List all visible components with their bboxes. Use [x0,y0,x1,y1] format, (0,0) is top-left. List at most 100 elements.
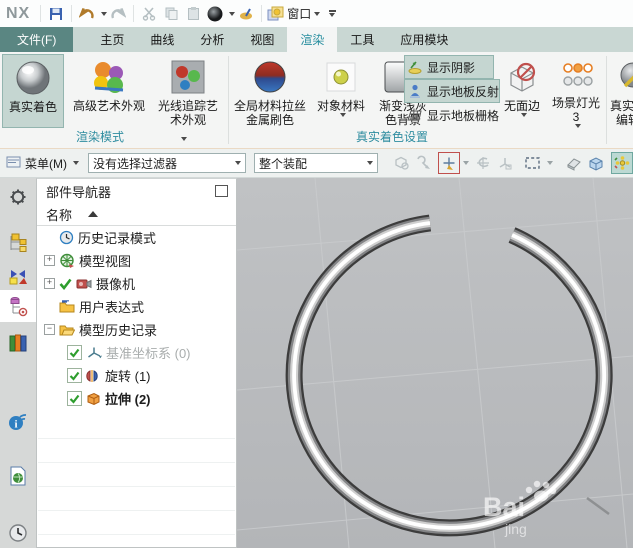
model-views-icon [60,253,74,268]
customize-quick-access-button[interactable] [321,3,343,25]
marquee-select-dropdown[interactable] [547,161,553,165]
redo-button[interactable] [107,3,129,25]
web-info-icon: i [9,414,27,431]
tree-item-label: 用户表达式 [79,300,145,315]
checkbox-checked[interactable] [67,391,82,406]
marquee-select-button[interactable] [522,152,544,174]
cut-button[interactable] [138,3,160,25]
name-column-header[interactable]: 名称 [46,205,72,224]
tab-file[interactable]: 文件(F) [0,27,74,52]
constraint-navigator-button[interactable] [0,260,36,290]
tab-analysis[interactable]: 分析 [187,27,237,52]
selection-bar: 菜单(M) 没有选择过滤器 整个装配 [0,149,633,178]
tree-item-datum-csys[interactable]: 基准坐标系 (0) [37,341,236,364]
tree-item-history-mode[interactable]: 历史记录模式 [37,226,236,249]
find-component-button[interactable] [390,152,412,174]
render-mode-group-label: 渲染模式 [75,130,124,144]
window-icon [267,6,284,20]
tree-item-model-history[interactable]: − 模型历史记录 [37,318,236,341]
divider [133,5,135,22]
object-material-dropdown[interactable] [339,113,346,117]
save-button[interactable] [45,3,67,25]
web-browser-button[interactable]: i [0,406,36,436]
true-shading-button[interactable]: 真实着色 [2,54,64,128]
selection-filter-combo[interactable]: 没有选择过滤器 [88,153,246,173]
object-material-button[interactable]: 对象材料 [312,54,370,128]
move-object-button[interactable] [472,152,494,174]
extrude-icon [87,392,100,405]
touch-mode-button[interactable] [235,3,257,25]
roles-button[interactable] [0,182,36,212]
paste-button[interactable] [182,3,204,25]
expand-icon[interactable]: + [44,278,55,289]
assembly-navigator-icon [10,233,27,252]
assembly-navigator-button[interactable] [0,228,36,258]
tab-tools[interactable]: 工具 [337,27,387,52]
assembly-search-icon [394,156,409,170]
global-material-label: 全局材料拉丝金属刷色 [234,99,307,127]
tree-item-user-expressions[interactable]: 用户表达式 [37,295,236,318]
expand-icon[interactable]: + [44,255,55,266]
show-floor-reflection-toggle[interactable]: 显示地板反射 [404,79,500,103]
floor-grid-icon [407,110,422,120]
scene-lights-dropdown[interactable] [574,124,581,128]
scissors-icon [142,7,155,21]
selection-scope-combo[interactable]: 整个装配 [254,153,378,173]
advanced-art-appearance-button[interactable]: 高级艺术外观 [64,54,154,128]
dynamic-pan-button[interactable] [611,152,633,174]
sort-ascending-icon[interactable] [88,211,99,217]
title-bar: NX 窗口 [0,0,633,27]
svg-text:i: i [14,419,17,431]
paste-icon [187,7,199,20]
tab-render[interactable]: 渲染 [287,27,338,52]
pattern-object-button[interactable] [494,152,516,174]
tree-item-extrude[interactable]: 拉伸 (2) [37,387,236,410]
no-face-edges-button[interactable]: 无面边 [498,54,546,128]
history-clock-button[interactable] [0,518,36,548]
snap-point-button[interactable] [438,152,460,174]
pattern-icon [499,158,512,170]
tree-item-label: 模型历史记录 [79,323,158,338]
reuse-library-button[interactable] [0,328,36,358]
tree-item-model-views[interactable]: + 模型视图 [37,249,236,272]
ray-traced-art-button[interactable]: 光线追踪艺术外观 [156,54,220,128]
checkbox-checked[interactable] [67,345,82,360]
dynamic-pan-icon [613,156,629,170]
show-shadow-toggle[interactable]: 显示阴影 [404,55,494,79]
global-material-button[interactable]: 全局材料拉丝金属刷色 [232,54,308,128]
checkbox-checked[interactable] [67,368,82,383]
float-panel-button[interactable] [215,185,228,197]
selection-filter-value: 没有选择过滤器 [93,156,178,171]
history-page-button[interactable] [0,461,36,491]
check-icon [59,278,72,290]
render-style-button[interactable] [204,3,226,25]
ray-traced-spheres-icon [171,60,205,94]
collapse-icon[interactable]: − [44,324,55,335]
graphics-viewport[interactable]: Bai jing [236,177,633,548]
select-by-proximity-button[interactable] [412,152,434,174]
reflection-figure-icon [410,84,420,98]
true-shading-editor-label: 真实着色编辑器 [610,99,633,127]
undo-button[interactable] [76,3,98,25]
eraser-button[interactable] [563,152,585,174]
tab-curve[interactable]: 曲线 [137,27,187,52]
tree-item-revolve[interactable]: 旋转 (1) [37,364,236,387]
tab-home[interactable]: 主页 [87,27,137,52]
show-floor-grid-toggle[interactable]: 显示地板栅格 [404,103,500,127]
menu-button[interactable]: 菜单(M) [5,152,80,174]
show-hide-button[interactable] [585,152,607,174]
window-menu-button[interactable]: 窗口 [266,3,321,25]
tree-item-cameras[interactable]: + 摄像机 [37,272,236,295]
copy-button[interactable] [160,3,182,25]
tab-view[interactable]: 视图 [237,27,287,52]
scene-lights-button[interactable]: 场景灯光 3 [548,54,604,128]
true-shading-editor-button[interactable]: 真实着色编辑器 [609,54,633,128]
constraint-navigator-icon [9,270,27,285]
part-navigator-button[interactable] [0,290,36,322]
tab-application-modules[interactable]: 应用模块 [387,27,461,52]
no-face-edges-dropdown[interactable] [520,113,527,117]
customize-caret-icon [329,12,336,17]
snap-point-dropdown[interactable] [463,161,469,165]
render-mode-gallery-dropdown[interactable] [181,137,187,141]
divider [71,5,73,22]
